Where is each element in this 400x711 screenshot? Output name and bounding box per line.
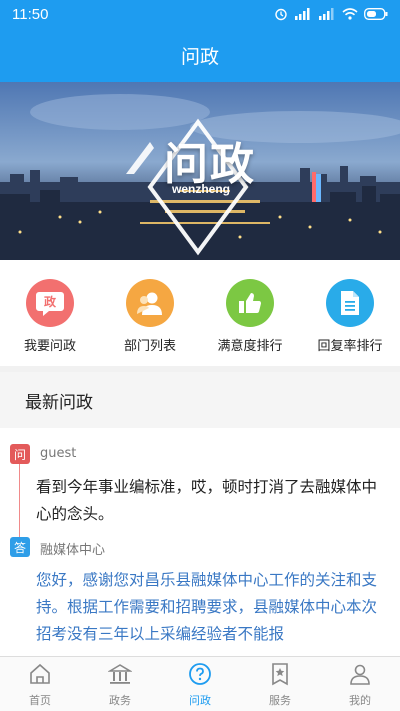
wifi-icon (342, 8, 358, 20)
banner-image[interactable]: 问政 wenzheng (0, 82, 400, 260)
quick-menu-satisfaction[interactable]: 满意度排行 (205, 279, 295, 354)
quick-menu-reply-rate[interactable]: 回复率排行 (305, 279, 395, 354)
question-text: 看到今年事业编标准，哎，顿时打消了去融媒体中心的念头。 (36, 478, 378, 523)
nav-government[interactable]: 政务 (80, 657, 160, 711)
home-icon (28, 662, 52, 690)
service-icon (268, 662, 292, 690)
answer-author: 融媒体中心 (40, 543, 106, 558)
nav-service[interactable]: 服务 (240, 657, 320, 711)
svg-text:政: 政 (44, 294, 57, 309)
nav-home[interactable]: 首页 (0, 657, 80, 711)
answer-badge: 答 (10, 537, 30, 557)
signal-icon-2 (318, 8, 336, 20)
user-icon (348, 662, 372, 690)
question-badge: 问 (10, 444, 30, 464)
department-icon (126, 279, 174, 327)
status-time: 11:50 (12, 5, 49, 23)
status-bar: 11:50 (0, 0, 400, 28)
banner-logo-subtext: wenzheng (172, 182, 231, 196)
quick-menu-label: 满意度排行 (217, 339, 283, 354)
signal-icon (294, 8, 312, 20)
question-icon (188, 662, 212, 690)
petition-icon: 政 (26, 279, 74, 327)
nav-label: 首页 (29, 694, 51, 707)
status-icons (274, 7, 388, 21)
screen: 11:50 问政 问政 wenzheng 政 我要问政 部门列表 满意度排行 回… (0, 0, 400, 711)
quick-menu-label: 我要问政 (23, 339, 76, 354)
answer-text: 您好，感谢您对昌乐县融媒体中心工作的关注和支持。根据工作需要和招聘要求，县融媒体… (36, 571, 378, 643)
quick-menu-label: 部门列表 (123, 339, 176, 354)
nav-mine[interactable]: 我的 (320, 657, 400, 711)
nav-wenzheng[interactable]: 问政 (160, 657, 240, 711)
quick-menu: 政 我要问政 部门列表 满意度排行 回复率排行 (0, 260, 400, 366)
nav-label: 问政 (189, 694, 211, 707)
quick-menu-ask[interactable]: 政 我要问政 (5, 279, 95, 354)
latest-question-card[interactable]: 问 guest 看到今年事业编标准，哎，顿时打消了去融媒体中心的念头。 答 融媒… (0, 428, 400, 656)
section-title: 最新问政 (0, 372, 400, 428)
bottom-nav: 首页 政务 问政 服务 我的 (0, 656, 400, 711)
quick-menu-label: 回复率排行 (317, 339, 383, 354)
timeline-line (19, 458, 20, 548)
nav-label: 服务 (269, 694, 291, 707)
battery-icon (364, 8, 388, 20)
quick-menu-departments[interactable]: 部门列表 (105, 279, 195, 354)
nav-label: 政务 (109, 694, 131, 707)
document-icon (326, 279, 374, 327)
nav-label: 我的 (349, 694, 371, 707)
page-title: 问政 (0, 28, 400, 82)
government-icon (107, 662, 133, 690)
thumbs-up-icon (226, 279, 274, 327)
alarm-icon (274, 7, 288, 21)
question-author: guest (40, 446, 77, 461)
